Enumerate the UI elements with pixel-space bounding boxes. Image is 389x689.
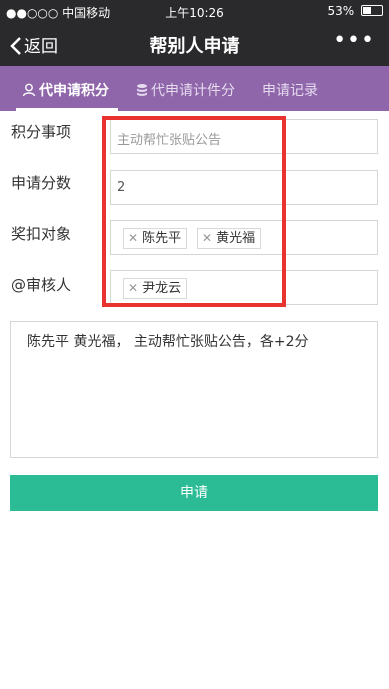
tag-label: 尹龙云	[142, 281, 182, 296]
database-icon	[137, 84, 147, 96]
item-placeholder: 主动帮忙张贴公告	[117, 133, 222, 148]
description-text: 陈先平 黄光福， 主动帮忙张贴公告，各+2分	[27, 334, 309, 350]
page-title: 帮别人申请	[149, 36, 240, 57]
target-tag[interactable]: ✕ 黄光福	[197, 228, 262, 249]
close-icon[interactable]: ✕	[128, 281, 138, 295]
user-icon	[22, 83, 36, 97]
tab-label: 代申请积分	[39, 83, 109, 99]
tag-label: 陈先平	[142, 231, 182, 246]
target-tag[interactable]: ✕ 陈先平	[123, 228, 188, 249]
more-button[interactable]: •••	[333, 28, 375, 53]
battery-percent: 53%	[327, 4, 355, 18]
score-value: 2	[117, 180, 126, 195]
close-icon[interactable]: ✕	[202, 231, 212, 245]
tab-label: 申请记录	[262, 83, 318, 99]
tag-label: 黄光福	[216, 231, 256, 246]
reviewer-tag[interactable]: ✕ 尹龙云	[123, 278, 188, 299]
tab-apply-points[interactable]: 代申请积分	[22, 80, 109, 100]
reviewer-label: @审核人	[11, 276, 72, 294]
close-icon[interactable]: ✕	[128, 231, 138, 245]
score-label: 申请分数	[11, 174, 72, 192]
target-field[interactable]: ✕ 陈先平 ✕ 黄光福	[110, 220, 378, 255]
item-field[interactable]: 主动帮忙张贴公告	[110, 119, 378, 154]
status-bar: ●●○○○ 中国移动 上午10:26 53%	[0, 0, 389, 22]
tab-label: 代申请计件分	[151, 83, 235, 99]
tab-apply-piece-points[interactable]: 代申请计件分	[136, 80, 235, 100]
description-textarea[interactable]: 陈先平 黄光福， 主动帮忙张贴公告，各+2分	[10, 321, 378, 458]
target-label: 奖扣对象	[11, 225, 72, 243]
score-input[interactable]: 2	[110, 170, 378, 205]
battery-area: 53%	[327, 4, 383, 18]
navigation-bar: 返回 帮别人申请 •••	[0, 22, 389, 66]
tab-bar: 代申请积分 代申请计件分 申请记录	[0, 66, 389, 111]
active-tab-indicator	[16, 108, 118, 111]
item-label: 积分事项	[11, 123, 72, 141]
submit-button[interactable]: 申请	[10, 475, 378, 511]
tab-apply-records[interactable]: 申请记录	[262, 80, 318, 100]
battery-icon	[361, 5, 383, 16]
reviewer-field[interactable]: ✕ 尹龙云	[110, 270, 378, 305]
